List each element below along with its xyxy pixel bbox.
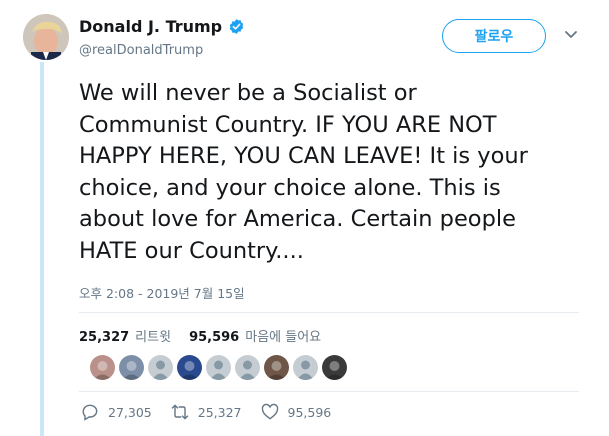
liker-avatar[interactable] xyxy=(119,355,144,380)
thread-line xyxy=(40,62,44,436)
user-handle[interactable]: @realDonaldTrump xyxy=(79,43,203,58)
tweet-timestamp[interactable]: 오후 2:08 - 2019년 7월 15일 xyxy=(79,283,245,302)
reply-count: 27,305 xyxy=(108,404,152,420)
verified-badge-icon xyxy=(228,18,245,35)
chevron-down-icon[interactable] xyxy=(563,29,579,41)
liker-avatar[interactable] xyxy=(90,355,115,380)
divider-top xyxy=(79,312,579,313)
liker-avatars xyxy=(90,355,347,380)
retweet-action-count: 25,327 xyxy=(197,404,242,420)
like-count[interactable]: 95,596 xyxy=(189,330,239,345)
liker-avatar[interactable] xyxy=(322,355,347,380)
profile-avatar[interactable] xyxy=(23,14,69,60)
liker-avatar[interactable] xyxy=(206,355,231,380)
reply-button[interactable]: 27,305 xyxy=(80,402,152,422)
heart-icon xyxy=(261,403,278,420)
liker-avatar[interactable] xyxy=(293,355,318,380)
follow-button[interactable]: 팔로우 xyxy=(442,19,546,53)
tweet-text: We will never be a Socialist or Communis… xyxy=(79,80,528,264)
retweet-count[interactable]: 25,327 xyxy=(79,330,129,345)
name-row: Donald J. Trump xyxy=(79,17,245,36)
liker-avatar[interactable] xyxy=(148,355,173,380)
retweet-icon xyxy=(171,404,188,420)
engagement-stats: 25,327 리트윗 95,596 마음에 들어요 xyxy=(79,326,333,345)
tweet-actions: 27,305 25,327 95,596 xyxy=(80,402,349,422)
like-label[interactable]: 마음에 들어요 xyxy=(245,326,321,345)
reply-icon xyxy=(82,404,98,421)
liker-avatar[interactable] xyxy=(235,355,260,380)
liker-avatar[interactable] xyxy=(264,355,289,380)
like-button[interactable]: 95,596 xyxy=(260,402,332,422)
retweet-label[interactable]: 리트윗 xyxy=(135,326,171,345)
like-action-count: 95,596 xyxy=(287,404,332,420)
liker-avatar[interactable] xyxy=(177,355,202,380)
display-name[interactable]: Donald J. Trump xyxy=(79,17,222,36)
divider-bottom xyxy=(79,391,579,392)
retweet-button[interactable]: 25,327 xyxy=(170,402,242,422)
